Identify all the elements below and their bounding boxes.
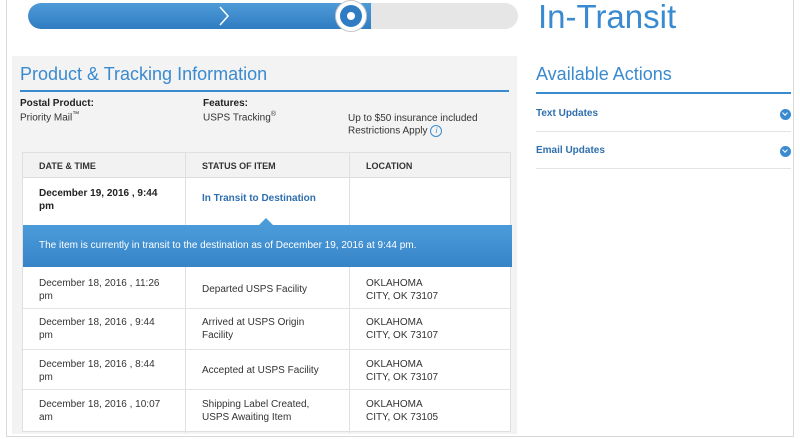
email-updates-toggle[interactable]: Email Updates <box>536 131 791 167</box>
latest-date: December 19, 2016 , 9:44 pm <box>39 188 158 212</box>
progress-bar-fill <box>28 3 371 29</box>
row-status: Arrived at USPS Origin Facility <box>202 317 305 341</box>
status-callout: The item is currently in transit to the … <box>23 218 512 267</box>
column-separator <box>349 153 350 225</box>
row-location: OKLAHOMA CITY, OK 73107 <box>366 278 439 302</box>
row-location: OKLAHOMA CITY, OK 73105 <box>366 399 439 423</box>
row-status: Shipping Label Created, USPS Awaiting Ite… <box>202 399 310 423</box>
column-separator <box>349 267 350 433</box>
restrictions-apply[interactable]: Restrictions Apply i <box>348 125 443 137</box>
features-label: Features: <box>203 98 249 109</box>
table-header: DATE & TIME STATUS OF ITEM LOCATION <box>23 153 510 178</box>
latest-status: In Transit to Destination <box>202 193 316 204</box>
tracking-history-table: DATE & TIME STATUS OF ITEM LOCATION Dece… <box>22 152 512 433</box>
chevron-down-icon[interactable] <box>780 109 791 120</box>
row-date: December 18, 2016 , 9:44 pm <box>39 317 155 341</box>
row-location: OKLAHOMA CITY, OK 73107 <box>366 317 439 341</box>
chevron-down-icon[interactable] <box>780 146 791 157</box>
row-date: December 18, 2016 , 10:07 am <box>39 399 161 423</box>
section-divider <box>20 90 509 92</box>
row-divider <box>23 389 510 390</box>
email-updates-label: Email Updates <box>536 145 605 156</box>
header-status: STATUS OF ITEM <box>202 161 276 171</box>
callout-text: The item is currently in transit to the … <box>39 240 417 251</box>
progress-marker-inner <box>340 5 362 27</box>
text-updates-toggle[interactable]: Text Updates <box>536 94 791 130</box>
features-value: USPS Tracking® <box>203 111 276 124</box>
row-date: December 18, 2016 , 8:44 pm <box>39 359 155 383</box>
header-location: LOCATION <box>366 161 413 171</box>
text-updates-label: Text Updates <box>536 108 599 119</box>
row-divider <box>23 308 510 309</box>
header-date-time: DATE & TIME <box>39 161 96 171</box>
progress-bar <box>28 3 518 29</box>
available-actions-title: Available Actions <box>536 64 672 84</box>
column-separator <box>185 153 186 225</box>
section-title: Product & Tracking Information <box>20 64 268 84</box>
postal-product-value: Priority Mail™ <box>20 111 80 124</box>
row-divider <box>23 349 510 350</box>
insurance-text: Up to $50 insurance included <box>348 113 478 124</box>
progress-step-chevron <box>219 6 230 26</box>
row-status: Accepted at USPS Facility <box>202 365 319 376</box>
callout-arrow <box>259 218 273 225</box>
info-icon[interactable]: i <box>430 125 443 137</box>
action-divider <box>536 168 791 169</box>
status-title: In-Transit <box>538 0 677 35</box>
product-tracking-panel: Product & Tracking Information Postal Pr… <box>12 56 517 434</box>
row-status: Departed USPS Facility <box>202 284 308 295</box>
column-separator <box>185 267 186 433</box>
row-date: December 18, 2016 , 11:26 pm <box>39 278 160 302</box>
progress-marker-dot <box>347 12 355 20</box>
progress-current-step-marker <box>335 0 367 32</box>
row-location: OKLAHOMA CITY, OK 73107 <box>366 359 439 383</box>
postal-product-label: Postal Product: <box>20 98 94 109</box>
